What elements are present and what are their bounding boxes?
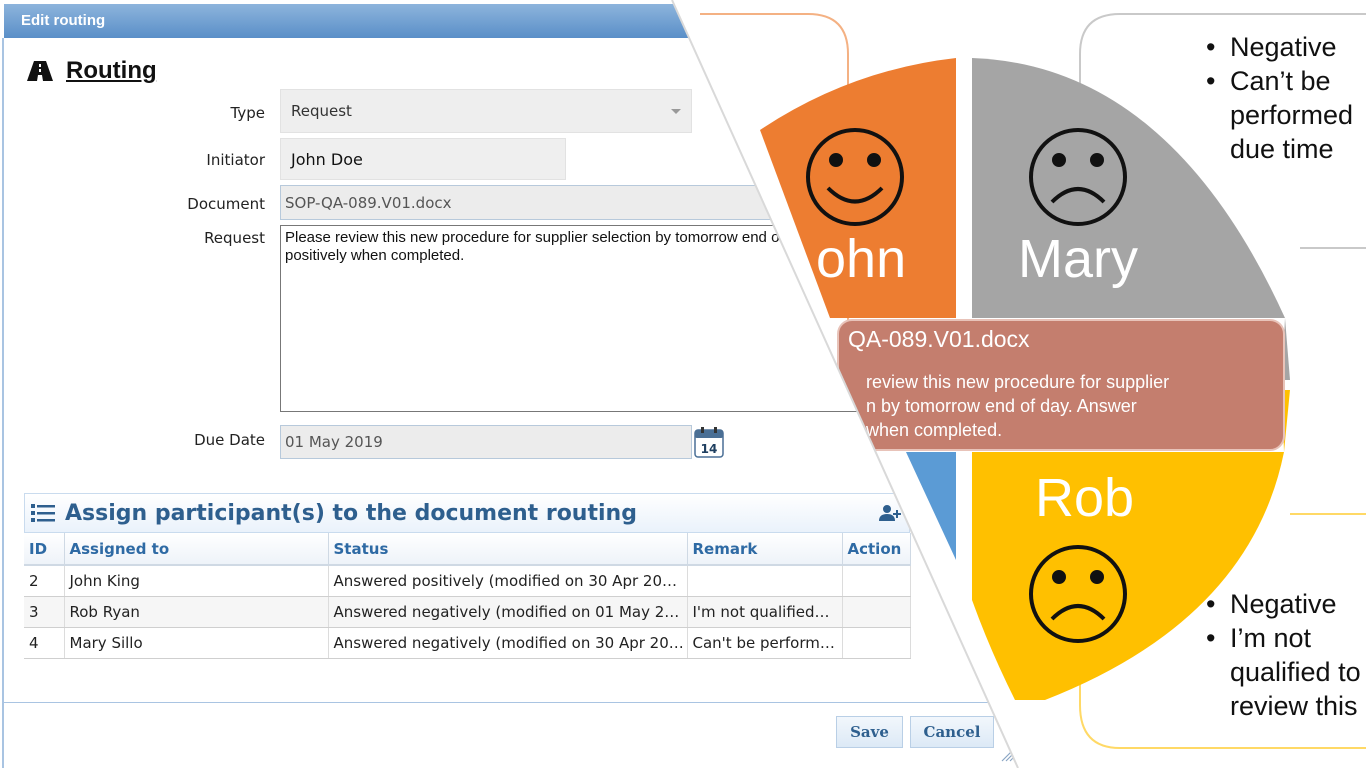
dialog-diagonal-edge	[671, 0, 1019, 768]
